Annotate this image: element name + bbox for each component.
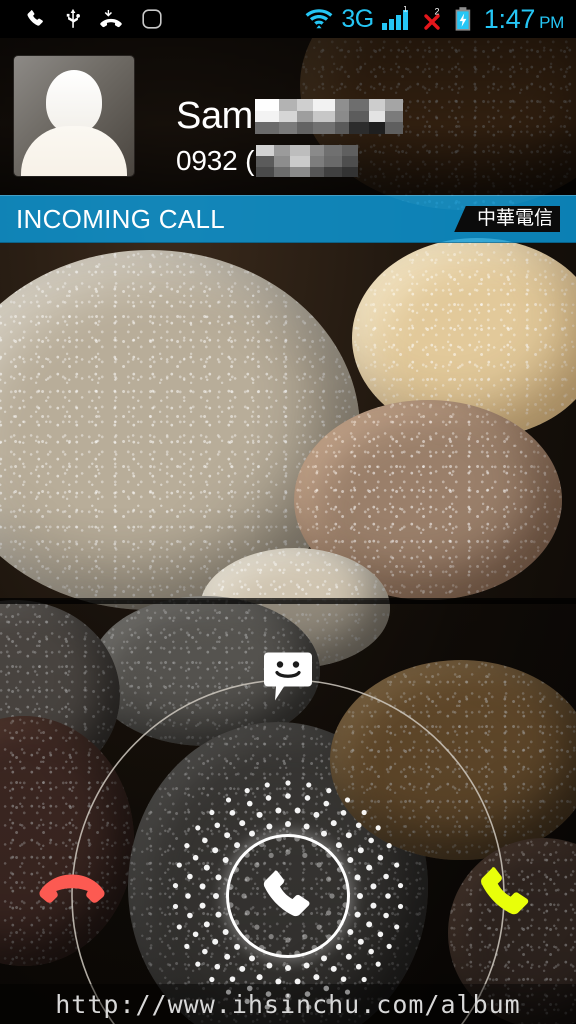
- status-bar[interactable]: 3G 1 2 1:47 PM: [0, 0, 576, 38]
- message-bubble-smiley-icon: [264, 652, 312, 701]
- clock-ampm: PM: [539, 12, 564, 32]
- carrier-badge: 中華電信: [454, 206, 560, 232]
- contact-avatar[interactable]: [14, 56, 134, 176]
- status-bar-left-icons: [0, 7, 164, 31]
- svg-text:1: 1: [403, 6, 408, 13]
- caller-number: 0932 (: [176, 145, 255, 176]
- network-type-label: 3G: [341, 4, 374, 33]
- wifi-icon: [305, 9, 333, 29]
- usb-icon: [66, 8, 80, 28]
- caller-info-panel: Sam 0932 (: [0, 38, 576, 195]
- caller-number-redaction: [256, 145, 359, 177]
- phone-answer-icon: [481, 867, 529, 915]
- clock: 1:47 PM: [483, 3, 565, 34]
- carrier-name: 中華電信: [472, 206, 560, 232]
- phone-call-icon: [27, 10, 43, 26]
- caller-number-row: 0932 (: [176, 144, 403, 178]
- battery-charging-icon: [455, 7, 470, 31]
- call-state-label: INCOMING CALL: [16, 204, 226, 234]
- caller-name-redaction: [254, 98, 403, 134]
- caller-name: Sam: [176, 95, 253, 137]
- watermark-bar: http://www.ihsinchu.com/album: [0, 984, 576, 1024]
- answer-call-action[interactable]: [475, 863, 537, 930]
- avatar-head-shape: [46, 70, 102, 134]
- decline-call-action[interactable]: [38, 869, 106, 924]
- send-message-action[interactable]: [262, 651, 314, 710]
- caller-name-row: Sam: [176, 94, 403, 138]
- incoming-call-screen: 3G 1 2 1:47 PM Sam 0932 (INCOMING CALL …: [0, 0, 576, 1024]
- signal-bars-icon: 1: [381, 6, 408, 30]
- caller-text-block: Sam 0932 (: [176, 94, 403, 178]
- answer-drag-handle[interactable]: [226, 834, 350, 958]
- phone-handset-icon: [263, 870, 310, 917]
- sync-error-icon: 2: [424, 7, 440, 30]
- clock-time: 1:47: [483, 3, 536, 34]
- watermark-url: http://www.ihsinchu.com/album: [55, 989, 521, 1019]
- call-state-bar: INCOMING CALL 中華電信: [0, 195, 576, 243]
- rounded-square-icon: [142, 9, 162, 29]
- missed-call-icon: [100, 10, 122, 28]
- phone-hangup-icon: [39, 874, 105, 903]
- avatar-body-shape: [21, 126, 127, 176]
- status-bar-right-icons: 3G 1 2 1:47 PM: [304, 3, 576, 34]
